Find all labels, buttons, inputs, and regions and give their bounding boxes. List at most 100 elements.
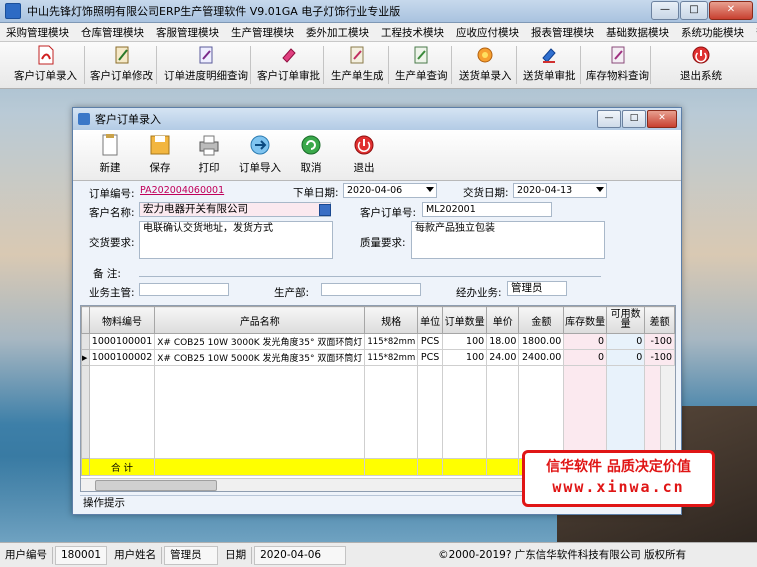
menu-reports[interactable]: 报表管理模块	[525, 25, 600, 40]
dept-field[interactable]	[321, 283, 421, 296]
menu-engineering[interactable]: 工程技术模块	[375, 25, 450, 40]
customer-lookup-icon[interactable]	[319, 204, 331, 216]
minimize-button[interactable]: —	[651, 1, 679, 20]
promo-banner: 信华软件 品质决定价值 www.xinwa.cn	[522, 450, 715, 507]
order-no-field[interactable]: PA202004060001	[137, 184, 263, 199]
menu-system[interactable]: 系统功能模块	[675, 25, 750, 40]
delivery-req-textarea[interactable]: 电联确认交货地址，发货方式	[139, 221, 333, 259]
menu-warehouse[interactable]: 仓库管理模块	[75, 25, 150, 40]
user-no-label: 用户编号	[0, 546, 53, 564]
save-button[interactable]: 保存	[147, 132, 173, 178]
supervisor-field[interactable]	[139, 283, 229, 296]
col-spec[interactable]: 规格	[364, 306, 419, 334]
menu-purchase[interactable]: 采购管理模块	[0, 25, 75, 40]
menu-customer-service[interactable]: 客服管理模块	[150, 25, 225, 40]
menu-help[interactable]: 帮助	[750, 25, 757, 40]
order-date-picker[interactable]: 2020-04-06	[343, 183, 437, 198]
approve-icon	[278, 44, 300, 66]
child-minimize-button[interactable]: —	[597, 110, 621, 128]
progress-query-icon	[195, 44, 217, 66]
toolbar-exit[interactable]: 退出系统	[680, 44, 722, 86]
scroll-thumb[interactable]	[95, 480, 217, 491]
import-button[interactable]: 订单导入	[239, 132, 281, 178]
production-generate-icon	[346, 44, 368, 66]
dept-label: 生产部:	[274, 287, 310, 299]
close-button[interactable]: ✕	[709, 1, 753, 20]
col-price[interactable]: 单价	[486, 306, 520, 334]
window-icon	[78, 113, 90, 125]
remark-label: 备 注:	[93, 268, 121, 280]
order-no-label: 订单编号:	[89, 188, 135, 200]
toolbar-delivery-approve[interactable]: 送货单审批	[523, 44, 576, 86]
col-unit[interactable]: 单位	[417, 306, 444, 334]
menubar: 采购管理模块 仓库管理模块 客服管理模块 生产管理模块 委外加工模块 工程技术模…	[0, 23, 757, 42]
menu-receivable-payable[interactable]: 应收应付模块	[450, 25, 525, 40]
toolbar-delivery-entry[interactable]: 送货单录入	[459, 44, 512, 86]
new-button[interactable]: 新建	[97, 132, 123, 178]
col-avail[interactable]: 可用数量	[606, 306, 646, 334]
new-document-icon	[97, 132, 123, 158]
save-folder-icon	[147, 132, 173, 158]
customer-order-field[interactable]: ML202001	[422, 202, 552, 217]
col-qty[interactable]: 订单数量	[442, 306, 488, 334]
toolbar-order-entry[interactable]: 客户订单录入	[14, 44, 77, 86]
child-maximize-button[interactable]: □	[622, 110, 646, 128]
table-row[interactable]: ▶ 1000100002 X# COB25 10W 5000K 发光角度35° …	[81, 349, 675, 366]
child-close-button[interactable]: ✕	[647, 110, 677, 128]
total-label: 合 计	[88, 458, 156, 476]
delivery-date-label: 交货日期:	[463, 187, 509, 199]
chevron-down-icon	[426, 187, 434, 192]
user-name-label: 用户姓名	[109, 546, 163, 564]
supervisor-label: 业务主管:	[89, 287, 135, 299]
app-title-bar: 中山先锋灯饰照明有限公司ERP生产管理软件 V9.01GA 电子灯饰行业专业版 …	[0, 0, 757, 23]
user-no-value: 180001	[55, 545, 108, 565]
user-name-value: 管理员	[164, 545, 219, 565]
exit-icon	[690, 44, 712, 66]
exit-icon	[351, 132, 377, 158]
toolbar-progress-query[interactable]: 订单进度明细查询	[164, 44, 248, 86]
handler-field[interactable]: 管理员	[507, 281, 567, 296]
toolbar-order-approve[interactable]: 客户订单审批	[257, 44, 320, 86]
toolbar-order-modify[interactable]: 客户订单修改	[90, 44, 153, 86]
production-query-icon	[410, 44, 432, 66]
order-form: 订单编号: PA202004060001 下单日期: 2020-04-06 交货…	[73, 181, 681, 299]
col-diff[interactable]: 差额	[644, 306, 675, 334]
order-date-label: 下单日期:	[293, 187, 339, 199]
menu-production[interactable]: 生产管理模块	[225, 25, 300, 40]
delivery-entry-icon	[474, 44, 496, 66]
quality-req-label: 质量要求:	[360, 237, 406, 249]
toolbar-production-generate[interactable]: 生产单生成	[331, 44, 384, 86]
app-icon	[5, 3, 21, 19]
status-bar: 用户编号 180001 用户姓名 管理员 日期 2020-04-06 ©2000…	[0, 542, 757, 567]
menu-base-data[interactable]: 基础数据模块	[600, 25, 675, 40]
pdf-document-icon	[35, 44, 57, 66]
current-row-marker: ▶	[81, 349, 90, 366]
table-row[interactable]: 1000100001 X# COB25 10W 3000K 发光角度35° 双面…	[81, 333, 675, 350]
remark-field[interactable]	[139, 264, 601, 277]
menu-outsourcing[interactable]: 委外加工模块	[300, 25, 375, 40]
customer-field[interactable]: 宏力电器开关有限公司	[139, 202, 331, 217]
toolbar-inventory-query[interactable]: 库存物料查询	[586, 44, 649, 86]
quality-req-textarea[interactable]: 每款产品独立包装	[411, 221, 605, 259]
exit-button[interactable]: 退出	[351, 132, 377, 178]
promo-url: www.xinwa.cn	[552, 478, 685, 496]
cancel-button[interactable]: 取消	[298, 132, 324, 178]
printer-icon	[196, 132, 222, 158]
print-button[interactable]: 打印	[196, 132, 222, 178]
col-stock[interactable]: 库存数量	[563, 306, 608, 334]
inventory-query-icon	[607, 44, 629, 66]
col-amount[interactable]: 金额	[518, 306, 565, 334]
child-title-bar: 客户订单录入 — □ ✕	[73, 108, 681, 130]
toolbar-production-query[interactable]: 生产单查询	[395, 44, 448, 86]
table-header-row: 物料编号 产品名称 规格 单位 订单数量 单价 金额 库存数量 可用数量 差额	[81, 306, 675, 334]
import-icon	[247, 132, 273, 158]
date-label: 日期	[220, 546, 253, 564]
child-title: 客户订单录入	[95, 113, 161, 126]
col-name[interactable]: 产品名称	[154, 306, 366, 334]
maximize-button[interactable]: □	[680, 1, 708, 20]
edit-pencil-icon	[111, 44, 133, 66]
copyright: ©2000-2019? 广东信华软件科技有限公司 版权所有	[438, 548, 687, 561]
delivery-req-label: 交货要求:	[89, 237, 135, 249]
col-code[interactable]: 物料编号	[88, 306, 156, 334]
delivery-date-picker[interactable]: 2020-04-13	[513, 183, 607, 198]
